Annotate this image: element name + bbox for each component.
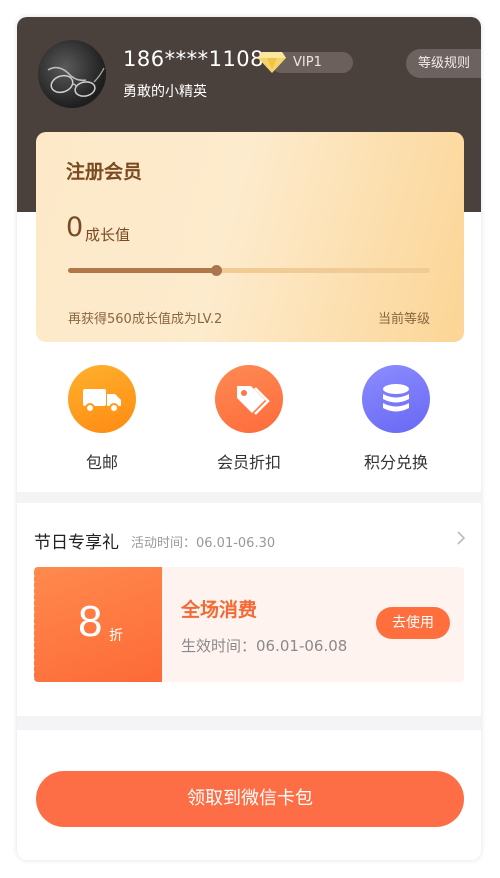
- growth-label: 成长值: [85, 226, 131, 244]
- user-nickname: 勇敢的小精英: [123, 84, 207, 100]
- benefit-points-exchange[interactable]: 积分兑换: [341, 365, 451, 473]
- benefit-member-discount[interactable]: 会员折扣: [194, 365, 304, 473]
- benefit-free-shipping[interactable]: 包邮: [47, 365, 157, 473]
- current-level-label: 当前等级: [377, 312, 430, 327]
- benefit-label: 积分兑换: [363, 453, 428, 472]
- next-level-hint: 再获得560成长值成为LV.2: [68, 312, 223, 327]
- diamond-icon: [258, 52, 286, 73]
- growth-progress-bar: [68, 265, 430, 276]
- coupon-card: 8 折 全场消费 生效时间：06.01-06.08 去使用: [34, 567, 464, 682]
- benefit-label: 包邮: [85, 453, 118, 472]
- use-coupon-button[interactable]: 去使用: [376, 607, 450, 639]
- level-rules-button[interactable]: 等级规则: [406, 49, 481, 78]
- coupon-discount-block: 8 折: [34, 567, 162, 682]
- footer-panel: 领取到微信卡包: [17, 730, 481, 860]
- growth-progress-fill: [68, 268, 217, 273]
- member-card: 注册会员 0 成长值 再获得560成长值成为LV.2 当前等级: [36, 132, 464, 342]
- avatar[interactable]: [38, 40, 106, 108]
- growth-value: 0: [66, 212, 84, 243]
- coupon-discount-unit: 折: [109, 628, 123, 644]
- user-phone: 186****1108: [123, 47, 265, 71]
- glasses-image: [47, 66, 105, 97]
- gift-title: 节日专享礼: [34, 533, 119, 553]
- price-tag-icon: [237, 386, 270, 415]
- benefit-icon-circle: [68, 365, 136, 433]
- gift-period: 活动时间：06.01-06.30: [131, 536, 276, 551]
- growth-progress-knob: [211, 265, 223, 276]
- holiday-gift-panel: 节日专享礼 活动时间：06.01-06.30 8 折 全场消费 生效时间：06.…: [17, 503, 481, 716]
- coupon-name: 全场消费: [181, 599, 258, 621]
- chevron-right-icon[interactable]: [456, 530, 466, 546]
- coupon-valid-period: 生效时间：06.01-06.08: [181, 637, 348, 655]
- benefit-label: 会员折扣: [216, 453, 281, 472]
- coin-stack-icon: [383, 384, 409, 412]
- benefit-icon-circle: [362, 365, 430, 433]
- coupon-discount-value: 8: [78, 597, 103, 646]
- truck-icon: [83, 389, 121, 413]
- coupon-serrated-edge: [34, 569, 35, 679]
- add-to-wechat-card-button[interactable]: 领取到微信卡包: [36, 771, 464, 827]
- benefit-icon-circle: [215, 365, 283, 433]
- member-card-title: 注册会员: [66, 161, 143, 183]
- phone-screen: 186****1108 VIP1 勇敢的小精英 等级规则 注册会员 0 成长值 …: [17, 17, 481, 860]
